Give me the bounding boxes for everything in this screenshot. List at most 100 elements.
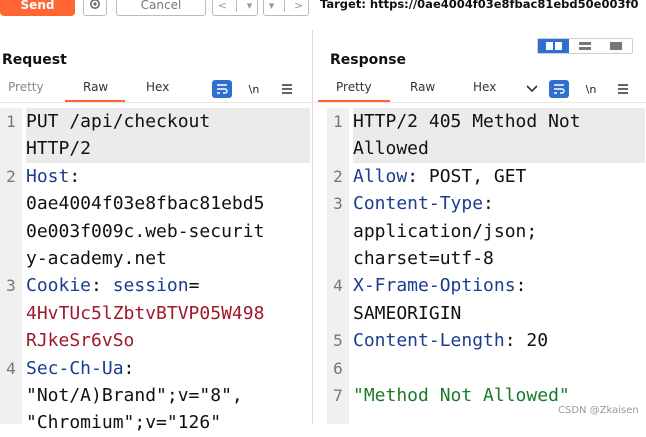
word-wrap-icon <box>554 84 565 94</box>
code-text: HTTP/2 405 Method Not <box>353 111 581 132</box>
code-text: Allowed <box>353 138 429 160</box>
response-collapse-button[interactable] <box>522 80 542 98</box>
header-name: Cookie <box>26 275 92 297</box>
code-text: : <box>483 193 494 215</box>
response-menu-button[interactable] <box>613 80 633 98</box>
code-text: HTTP/2 <box>26 138 92 160</box>
request-tab-hex[interactable]: Hex <box>146 80 169 94</box>
response-tab-hex[interactable]: Hex <box>473 80 496 94</box>
code-line: "Chromium";v="126" <box>26 409 310 436</box>
response-wrap-button[interactable] <box>549 80 569 98</box>
layout-toggle <box>537 38 633 54</box>
line-number <box>327 245 349 272</box>
code-text: : 20 <box>504 330 549 352</box>
request-tabs: Pretty Raw Hex <box>0 80 312 102</box>
code-text: SAMEORIGIN <box>353 302 462 324</box>
code-line: "Not/A)Brand";v="8", <box>26 382 310 409</box>
watermark: CSDN @Zkaisen <box>558 405 639 416</box>
forward-button[interactable]: > <box>294 0 303 12</box>
code-text: : <box>515 275 527 297</box>
line-number <box>0 382 22 409</box>
response-newline-button[interactable]: \n <box>581 80 601 98</box>
request-wrap-button[interactable] <box>212 80 232 98</box>
header-name: Sec-Ch-Ua <box>26 357 124 379</box>
single-pane-icon <box>610 42 623 50</box>
line-number <box>327 300 349 327</box>
nav-separator <box>283 0 285 12</box>
chevron-down-icon <box>526 85 538 93</box>
code-line: X-Frame-Options: <box>353 272 645 299</box>
back-dropdown-button[interactable]: ▾ <box>247 0 253 12</box>
pane-divider[interactable] <box>312 30 313 424</box>
layout-tabs-button[interactable] <box>601 39 632 53</box>
request-menu-button[interactable] <box>277 80 297 98</box>
nav-separator <box>236 0 238 12</box>
hamburger-icon <box>282 84 292 94</box>
line-number: 6 <box>333 358 343 378</box>
line-number <box>0 409 22 436</box>
code-text: 0e003f009c.web-securit <box>26 220 265 242</box>
header-name: session <box>112 275 189 297</box>
code-line: Allowed <box>353 135 645 163</box>
code-text: : <box>123 357 135 379</box>
line-number <box>0 300 22 327</box>
line-number <box>327 135 349 162</box>
code-line: Content-Type: <box>353 190 645 217</box>
request-line-gutter: 1 2 3 4 <box>0 108 22 424</box>
hamburger-icon <box>618 84 628 94</box>
header-name: Content-Type <box>353 193 484 215</box>
code-text: "Not/A)Brand";v="8", <box>26 385 243 407</box>
request-tabbar-border <box>0 102 312 103</box>
code-line: Content-Length: 20 <box>353 327 645 354</box>
code-line: PUT /api/checkout <box>26 108 310 136</box>
request-editor[interactable]: PUT /api/checkout HTTP/2 Host: 0ae4004f03e8… <box>26 108 310 437</box>
line-number <box>0 327 22 354</box>
response-line-gutter: 1 2 3 4 5 6 7 <box>327 108 349 424</box>
code-line: application/json; <box>353 218 645 245</box>
line-number <box>0 245 22 272</box>
code-line: Cookie: session= <box>26 272 310 299</box>
code-line: 4HvTUc5lZbtvBTVP05W498 <box>26 300 310 327</box>
line-number: 4 <box>333 276 343 296</box>
code-text: "Chromium";v="126" <box>26 412 222 434</box>
response-editor[interactable]: HTTP/2 405 Method Not Allowed Allow: POST,… <box>353 108 645 409</box>
back-button[interactable]: < <box>218 0 227 12</box>
settings-button[interactable] <box>83 0 107 16</box>
response-title: Response <box>330 52 407 68</box>
send-button[interactable]: Send <box>0 0 75 16</box>
layout-stacked-button[interactable] <box>569 39 600 53</box>
word-wrap-icon <box>217 84 228 94</box>
header-name: Content-Length <box>353 330 505 352</box>
rows-icon <box>578 42 591 50</box>
code-text: = <box>188 275 200 297</box>
code-text: application/json; <box>353 220 538 242</box>
target-url: Target: https://0ae4004f03e8fbac81ebd50e… <box>320 0 639 11</box>
code-line: 0ae4004f03e8fbac81ebd5 <box>26 190 310 217</box>
response-tab-raw[interactable]: Raw <box>410 80 435 94</box>
request-title: Request <box>2 52 67 68</box>
line-number: 1 <box>6 112 16 131</box>
cancel-button[interactable]: Cancel <box>116 0 206 16</box>
code-line: y-academy.net <box>26 245 310 272</box>
code-line: Sec-Ch-Ua: <box>26 355 310 382</box>
request-newline-button[interactable]: \n <box>244 80 264 98</box>
columns-icon <box>545 42 562 50</box>
forward-dropdown-button[interactable]: ▾ <box>269 0 275 12</box>
line-number: 3 <box>333 194 343 214</box>
code-line: HTTP/2 405 Method Not <box>353 108 645 136</box>
line-number <box>0 135 22 162</box>
line-number: 2 <box>333 166 343 186</box>
code-text: y-academy.net <box>26 248 167 270</box>
gear-icon <box>88 0 102 15</box>
request-tab-pretty[interactable]: Pretty <box>8 80 44 94</box>
response-tab-pretty[interactable]: Pretty <box>336 80 372 94</box>
layout-side-by-side-button[interactable] <box>538 39 570 53</box>
line-number: 5 <box>333 331 343 351</box>
code-text: : POST, GET <box>407 165 527 187</box>
header-name: X-Frame-Options <box>353 275 516 297</box>
response-tabbar-border <box>314 102 646 103</box>
request-tab-raw[interactable]: Raw <box>83 80 108 94</box>
cookie-value: 4HvTUc5lZbtvBTVP05W498 <box>26 302 265 324</box>
code-text: PUT /api/checkout <box>26 111 211 132</box>
cookie-value: RJkeSr6vSo <box>26 330 135 352</box>
